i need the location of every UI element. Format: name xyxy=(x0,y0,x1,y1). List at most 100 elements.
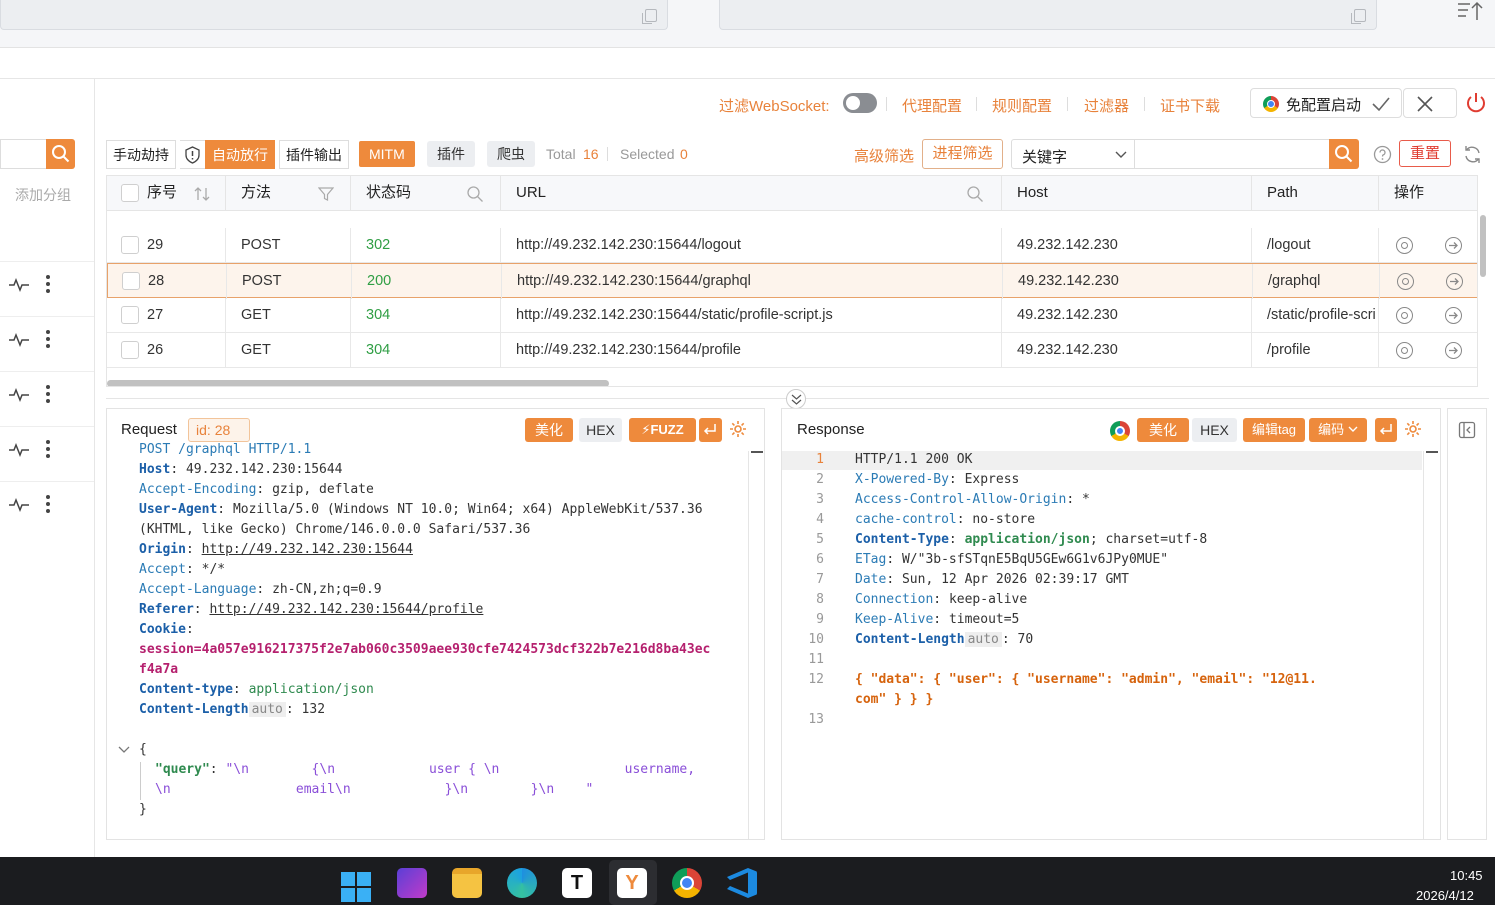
response-editor[interactable]: HTTP/1.1 200 OK X-Powered-By: Express Ac… xyxy=(855,450,1420,830)
sort-icon[interactable] xyxy=(193,186,211,202)
sort-up-icon[interactable] xyxy=(1456,0,1484,22)
reset-button[interactable]: 重置 xyxy=(1399,140,1451,167)
add-group-label[interactable]: 添加分组 xyxy=(15,185,71,205)
table-row[interactable]: 28 POST 200 http://49.232.142.230:15644/gra… xyxy=(107,263,1477,299)
chrome-open-icon[interactable] xyxy=(1396,307,1413,324)
fuzz-button[interactable]: ⚡FUZZ xyxy=(629,418,696,442)
table-row[interactable]: 27 GET 304 http://49.232.142.230:15644/stat… xyxy=(107,298,1477,333)
auto-badge[interactable]: auto xyxy=(248,702,286,717)
header-link[interactable]: http://49.232.142.230:15644 xyxy=(202,542,413,557)
col-header-host[interactable]: Host xyxy=(1002,176,1252,211)
fold-chevron-icon[interactable] xyxy=(117,744,131,756)
edge-icon[interactable] xyxy=(507,868,537,898)
table-row[interactable]: 29 POST 302 http://49.232.142.230:15644/log… xyxy=(107,228,1477,263)
sidebar-search-button[interactable] xyxy=(46,139,75,169)
refresh-icon[interactable] xyxy=(1463,145,1482,164)
response-hex-button[interactable]: HEX xyxy=(1192,418,1237,442)
request-beautify-button[interactable]: 美化 xyxy=(525,418,573,442)
clock-date[interactable]: 2026/4/12 xyxy=(1416,888,1474,903)
row-checkbox[interactable] xyxy=(121,341,139,359)
mitm-button[interactable]: MITM xyxy=(359,141,415,167)
col-header-id[interactable]: 序号 xyxy=(107,176,226,211)
col-header-method[interactable]: 方法 xyxy=(226,176,351,211)
sidebar-group-item[interactable] xyxy=(0,371,94,417)
rules-config-link[interactable]: 规则配置 xyxy=(992,95,1052,116)
more-vertical-icon[interactable] xyxy=(46,275,50,293)
arrow-right-icon[interactable] xyxy=(1445,307,1462,324)
arrow-right-icon[interactable] xyxy=(1445,342,1462,359)
help-icon[interactable] xyxy=(1373,145,1392,164)
more-vertical-icon[interactable] xyxy=(46,495,50,513)
chrome-open-icon[interactable] xyxy=(1396,342,1413,359)
col-header-status[interactable]: 状态码 xyxy=(351,176,501,211)
more-vertical-icon[interactable] xyxy=(46,440,50,458)
typora-icon[interactable]: T xyxy=(562,868,592,898)
chrome-open-icon[interactable] xyxy=(1396,237,1413,254)
row-checkbox[interactable] xyxy=(121,236,139,254)
crawler-button[interactable]: 爬虫 xyxy=(487,141,535,167)
more-vertical-icon[interactable] xyxy=(46,385,50,403)
advanced-filter-link[interactable]: 高级筛选 xyxy=(854,145,914,166)
table-row[interactable]: 26 GET 304 http://49.232.142.230:15644/prof… xyxy=(107,333,1477,368)
sidebar-group-item[interactable] xyxy=(0,481,94,527)
copy-icon[interactable] xyxy=(1351,9,1366,24)
more-vertical-icon[interactable] xyxy=(46,330,50,348)
arrow-right-icon[interactable] xyxy=(1445,237,1462,254)
chrome-open-icon[interactable] xyxy=(1397,273,1414,290)
power-icon[interactable] xyxy=(1464,91,1488,115)
process-filter-button[interactable]: 进程筛选 xyxy=(922,139,1003,169)
response-wrap-button[interactable] xyxy=(1375,418,1397,442)
request-hex-button[interactable]: HEX xyxy=(579,418,622,442)
col-header-path[interactable]: Path xyxy=(1252,176,1379,211)
proxy-config-link[interactable]: 代理配置 xyxy=(902,95,962,116)
select-all-checkbox[interactable] xyxy=(121,184,139,202)
right-input-box[interactable] xyxy=(719,0,1377,30)
arrow-right-icon[interactable] xyxy=(1446,273,1463,290)
yakit-icon[interactable]: Y xyxy=(617,868,647,898)
chrome-icon[interactable] xyxy=(672,868,702,898)
search-icon[interactable] xyxy=(466,185,484,203)
websocket-toggle[interactable] xyxy=(843,93,877,113)
filter-link[interactable]: 过滤器 xyxy=(1084,95,1129,116)
collapse-button[interactable] xyxy=(786,389,806,409)
table-vscrollbar[interactable] xyxy=(1480,215,1486,277)
clock-time[interactable]: 10:45 xyxy=(1450,868,1483,883)
tab-plugin-output[interactable]: 插件输出 xyxy=(279,140,349,169)
request-wrap-button[interactable] xyxy=(699,418,722,442)
table-hscrollbar[interactable] xyxy=(107,380,609,386)
sidebar-toggle-icon[interactable] xyxy=(1458,421,1476,439)
tab-auto-release[interactable]: 自动放行 xyxy=(205,140,275,169)
sidebar-group-item[interactable] xyxy=(0,426,94,472)
app-icon[interactable] xyxy=(397,868,427,898)
launch-button[interactable]: 免配置启动 xyxy=(1250,88,1402,118)
edit-tag-button[interactable]: 编辑tag xyxy=(1243,418,1305,442)
info-button[interactable] xyxy=(180,140,206,169)
auto-badge[interactable]: auto xyxy=(964,632,1002,647)
search-icon[interactable] xyxy=(966,185,984,203)
row-checkbox[interactable] xyxy=(121,306,139,324)
response-scrollbar-track[interactable] xyxy=(1423,451,1439,839)
keyword-search-input[interactable] xyxy=(1134,139,1330,169)
row-checkbox[interactable] xyxy=(122,272,140,290)
sidebar-group-item[interactable] xyxy=(0,261,94,307)
sidebar-group-item[interactable] xyxy=(0,316,94,362)
col-header-url[interactable]: URL xyxy=(501,176,1002,211)
windows-start-icon[interactable] xyxy=(341,872,371,902)
left-input-box[interactable] xyxy=(0,0,668,30)
tab-manual-intercept[interactable]: 手动劫持 xyxy=(106,140,176,169)
chrome-icon[interactable] xyxy=(1110,421,1130,441)
file-explorer-icon[interactable] xyxy=(452,868,482,898)
keyword-select[interactable]: 关键字 xyxy=(1011,139,1135,169)
request-scrollbar-track[interactable] xyxy=(748,451,764,839)
keyword-search-button[interactable] xyxy=(1329,139,1359,169)
sidebar-search-input[interactable] xyxy=(0,139,46,169)
gear-icon[interactable] xyxy=(729,420,747,438)
header-link[interactable]: http://49.232.142.230:15644/profile xyxy=(209,602,483,617)
response-beautify-button[interactable]: 美化 xyxy=(1137,418,1189,442)
plugin-button[interactable]: 插件 xyxy=(427,141,475,167)
gear-icon[interactable] xyxy=(1404,420,1422,438)
close-button[interactable] xyxy=(1403,88,1457,118)
encode-dropdown[interactable]: 编码 xyxy=(1309,418,1367,442)
copy-icon[interactable] xyxy=(642,9,657,24)
filter-icon[interactable] xyxy=(318,186,334,202)
